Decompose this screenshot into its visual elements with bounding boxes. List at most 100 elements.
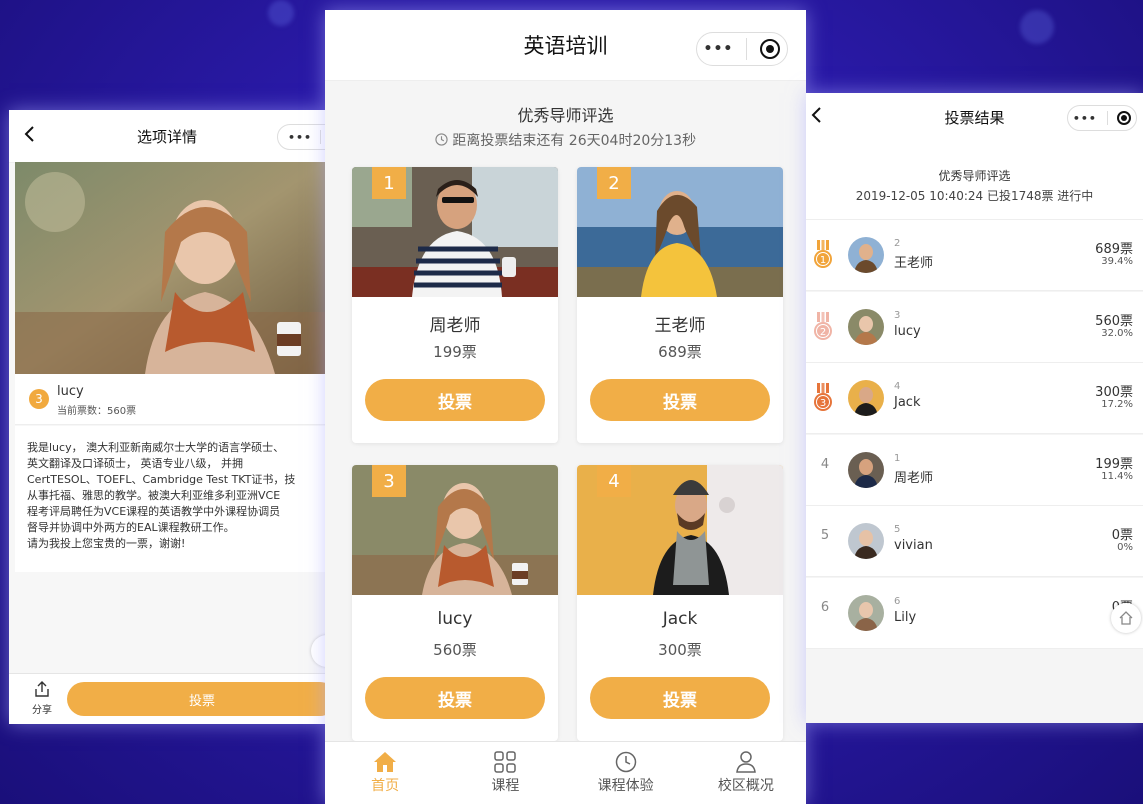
detail-footer: 分享 投票: [9, 673, 325, 724]
candidate-name: Lily: [894, 609, 917, 625]
tab-label: 课程: [491, 778, 520, 794]
avatar: [848, 523, 884, 559]
candidate-votes: 300票: [658, 641, 702, 659]
candidate-votes: 199票: [433, 343, 477, 361]
home-icon: [374, 752, 397, 772]
close-target-icon[interactable]: [1117, 111, 1132, 125]
share-button[interactable]: 分享: [27, 680, 57, 716]
candidate-card: 1 周老师 199票 投票: [352, 167, 558, 443]
candidate-votes: 560票: [433, 641, 477, 659]
medal-icon: 1: [814, 240, 832, 268]
candidate-name: vivian: [894, 538, 933, 553]
candidate-id: 3: [894, 309, 901, 321]
medal-icon: 2: [814, 311, 832, 340]
rank-badge: 4: [597, 465, 631, 497]
result-row: 5 5 vivian 0票 0%: [806, 506, 1143, 577]
more-dots-icon[interactable]: •••: [1073, 112, 1097, 125]
rank-badge: 3: [372, 465, 406, 497]
avatar: [848, 594, 884, 631]
clock-icon: [615, 751, 636, 773]
svg-text:1: 1: [820, 255, 826, 266]
results-header: 投票结果 •••: [806, 93, 1143, 142]
result-row: 6 6 Lily 0票 0%: [806, 577, 1143, 649]
candidate-card: 4 Jack 300票 投票: [577, 465, 783, 741]
tab-course-trial[interactable]: 课程体验: [566, 742, 686, 804]
vote-button[interactable]: 投票: [67, 682, 325, 716]
close-target-icon[interactable]: [760, 39, 781, 59]
candidate-info: 3 lucy 当前票数：560票: [15, 374, 325, 425]
avatar: [848, 308, 884, 345]
candidate-id: 4: [894, 381, 901, 392]
more-dots-icon[interactable]: •••: [288, 131, 312, 144]
candidate-id: 5: [894, 524, 901, 535]
svg-text:3: 3: [820, 398, 826, 409]
candidate-name: lucy: [894, 323, 921, 339]
candidate-card: 3 lucy 560票 投票: [352, 465, 558, 741]
avatar: [848, 380, 884, 416]
candidate-name: lucy: [57, 384, 84, 399]
floating-home-button[interactable]: [311, 635, 325, 667]
result-percent: 32.0%: [1101, 327, 1133, 339]
results-phone-screen: 投票结果 ••• 优秀导师评选 2019-12-05 10:40:24 已投17…: [806, 93, 1143, 723]
result-position: 4: [820, 456, 830, 472]
mini-program-capsule[interactable]: •••: [696, 32, 788, 66]
section-title: 优秀导师评选: [517, 106, 614, 125]
bottom-tab-bar: 首页 课程 课程体验 校区概况: [325, 741, 806, 804]
result-votes: 560票: [1095, 313, 1133, 329]
grid-icon: [494, 751, 517, 773]
person-icon: [736, 751, 756, 773]
result-position: 5: [820, 528, 830, 543]
result-percent: 11.4%: [1101, 470, 1133, 482]
tab-label: 课程体验: [597, 778, 654, 794]
tab-courses[interactable]: 课程: [445, 742, 565, 804]
detail-header: 选项详情 •••: [9, 110, 325, 163]
home-header: 英语培训 •••: [325, 10, 806, 81]
back-arrow-icon[interactable]: [810, 105, 822, 129]
vote-button[interactable]: 投票: [590, 677, 770, 719]
avatar: [848, 237, 884, 273]
detail-phone-screen: 选项详情 ••• 3 lucy 当前票数：560票 我是lucy， 澳大利亚新南…: [9, 110, 325, 724]
rank-badge: 2: [597, 167, 631, 199]
more-dots-icon[interactable]: •••: [704, 41, 734, 57]
mini-program-capsule[interactable]: •••: [1067, 105, 1137, 131]
home-phone-screen: 英语培训 ••• 优秀导师评选 距离投票结束还有 26天04时20分13秒 1 …: [325, 10, 806, 804]
tab-home[interactable]: 首页: [325, 742, 445, 804]
result-row: 4 1 周老师 199票 11.4%: [806, 434, 1143, 506]
candidate-votes: 689票: [658, 343, 702, 361]
candidate-number-badge: 3: [29, 389, 49, 409]
result-votes: 199票: [1095, 456, 1133, 472]
result-row: 2 3 lucy 560票 32.0%: [806, 291, 1143, 363]
background-glow: [1020, 10, 1054, 44]
vote-button[interactable]: 投票: [365, 379, 545, 421]
result-votes: 300票: [1095, 385, 1133, 400]
clock-icon: [435, 133, 448, 146]
candidate-name: Jack: [662, 609, 698, 629]
candidate-name: 王老师: [894, 256, 934, 271]
result-percent: 39.4%: [1101, 256, 1133, 267]
home-outline-icon: [1119, 611, 1133, 625]
mini-program-capsule[interactable]: •••: [277, 124, 325, 150]
candidate-id: 2: [894, 238, 901, 249]
section-title: 优秀导师评选: [938, 169, 1011, 183]
countdown: 距离投票结束还有 26天04时20分13秒: [325, 130, 806, 150]
tab-campus[interactable]: 校区概况: [686, 742, 806, 804]
rank-badge: 1: [372, 167, 406, 199]
result-position: 6: [820, 599, 830, 615]
tab-label: 校区概况: [717, 778, 774, 794]
floating-home-button[interactable]: [1111, 603, 1141, 633]
candidate-id: 6: [894, 595, 901, 607]
back-arrow-icon[interactable]: [23, 124, 35, 148]
candidate-name: 周老师: [894, 470, 934, 486]
candidate-name: 王老师: [654, 316, 706, 336]
candidate-photo: [15, 162, 325, 374]
result-percent: 0%: [1117, 542, 1133, 553]
candidate-card: 2 王老师 689票 投票: [577, 167, 783, 443]
svg-text:2: 2: [820, 327, 826, 338]
avatar: [848, 451, 884, 488]
vote-button[interactable]: 投票: [590, 379, 770, 421]
candidate-name: 周老师: [429, 316, 481, 336]
vote-button[interactable]: 投票: [365, 677, 545, 719]
result-row: 1 2 王老师 689票 39.4%: [806, 220, 1143, 291]
background-glow: [268, 0, 294, 26]
results-summary: 优秀导师评选 2019-12-05 10:40:24 已投1748票 进行中: [806, 141, 1143, 220]
